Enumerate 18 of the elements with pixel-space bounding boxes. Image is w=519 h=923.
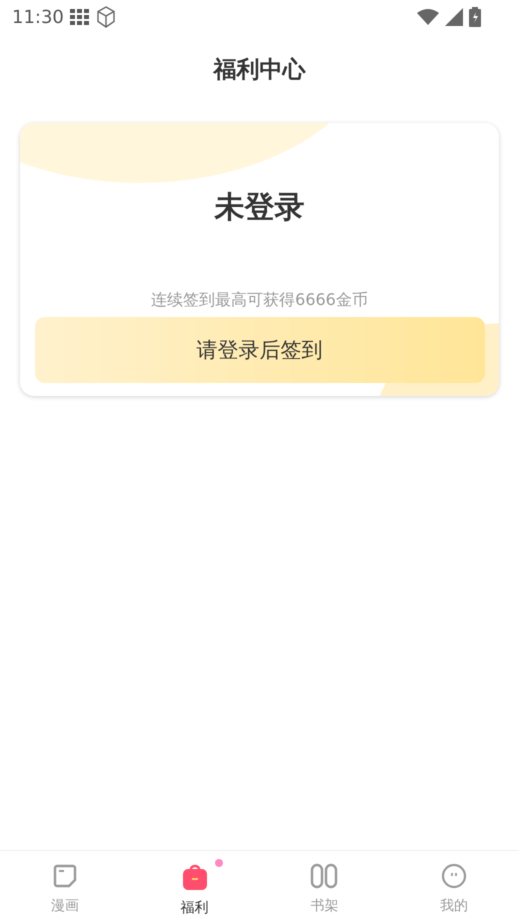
books-icon [310, 863, 338, 889]
signin-button[interactable]: 请登录后签到 [34, 317, 484, 383]
face-icon [441, 863, 468, 889]
nav-tab[interactable]: 书架 [260, 851, 390, 923]
nav-tab[interactable]: 我的 [389, 851, 519, 923]
nav-tab[interactable]: 福利 [130, 851, 260, 923]
nav-tab[interactable]: 漫画 [0, 851, 130, 923]
wifi-icon [417, 9, 439, 25]
cube-icon [96, 6, 116, 28]
login-status: 未登录 [214, 189, 304, 227]
bag-icon [182, 863, 208, 891]
signal-icon [445, 8, 463, 26]
battery-icon [469, 7, 481, 27]
grid-icon [70, 9, 90, 25]
note-icon [52, 863, 78, 889]
page-title: 福利中心 [214, 56, 306, 84]
status-time: 11:30 [12, 6, 64, 28]
reward-hint: 连续签到最高可获得6666金币 [151, 290, 368, 311]
